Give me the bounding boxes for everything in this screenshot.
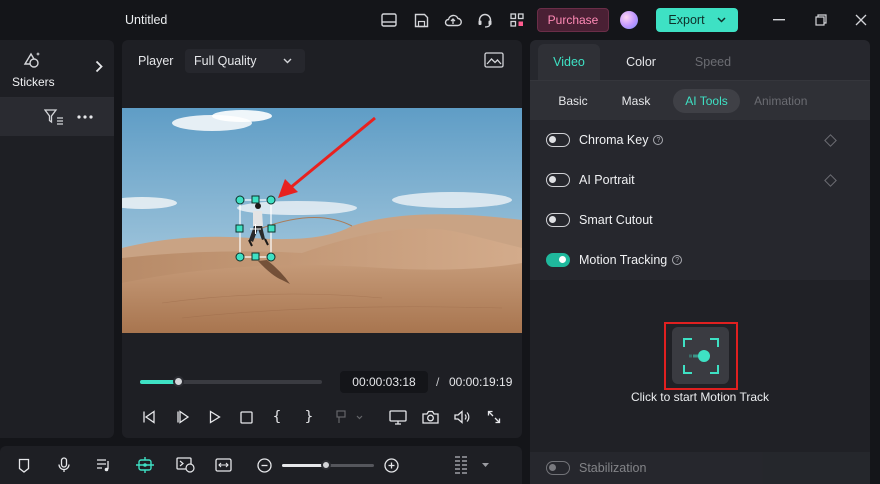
stickers-tab[interactable]: Stickers [0,40,114,98]
keyframe-diamond-icon[interactable] [824,173,837,187]
fullscreen-icon[interactable] [485,408,503,426]
zoom-slider[interactable] [282,460,374,470]
smart-cutout-label: Smart Cutout [579,213,653,227]
progress-handle[interactable] [173,376,185,387]
microphone-icon[interactable] [56,457,72,473]
restore-icon[interactable] [812,11,830,29]
play-icon[interactable] [206,408,224,426]
export-button[interactable]: Export [656,8,738,32]
zoom-out-icon[interactable] [256,457,272,473]
stop-icon[interactable] [237,408,255,426]
more-options-icon[interactable] [77,115,93,119]
smart-cutout-toggle[interactable] [546,213,570,227]
start-motion-track-button[interactable] [672,327,729,384]
left-panel: Stickers [0,40,114,438]
tab-color[interactable]: Color [610,44,672,80]
chroma-key-label: Chroma Key [579,133,649,147]
option-smart-cutout: Smart Cutout [530,200,870,240]
cloud-upload-icon[interactable] [444,11,462,29]
properties-panel: Video Color Speed Basic Mask AI Tools An… [530,40,870,484]
tab-video[interactable]: Video [538,44,600,80]
chevron-down-icon [717,17,726,23]
layout-icon[interactable] [380,11,398,29]
minimize-icon[interactable] [770,11,788,29]
next-frame-icon[interactable] [174,408,192,426]
motion-track-prompt: Click to start Motion Track [630,390,770,404]
quality-value: Full Quality [194,54,257,68]
motion-track-icon [682,337,719,374]
export-label: Export [668,13,705,27]
progress-track[interactable] [140,376,322,387]
player-panel: Player Full Quality 00:00:03:18 / 00:00:… [122,40,522,438]
help-icon[interactable]: ? [653,135,664,145]
stabilization-label: Stabilization [579,461,647,475]
current-time[interactable]: 00:00:03:18 [340,371,428,393]
option-ai-portrait: AI Portrait [530,160,870,200]
zoom-slider-handle[interactable] [321,460,331,470]
close-icon[interactable] [852,11,870,29]
apps-grid-icon[interactable] [508,11,526,29]
subtab-ai-tools[interactable]: AI Tools [673,89,740,113]
avatar[interactable] [620,11,638,29]
subtab-animation[interactable]: Animation [754,89,822,113]
title-bar: Untitled Purchase Export [0,0,880,40]
filter-icon[interactable] [44,109,64,125]
volume-icon[interactable] [453,408,471,426]
player-label: Player [138,54,174,68]
motion-tracking-toggle[interactable] [546,253,570,267]
chevron-down-icon [283,58,292,64]
insert-marker-icon[interactable] [332,408,366,426]
stickers-icon [22,50,42,70]
video-preview[interactable] [122,108,522,333]
quality-dropdown[interactable]: Full Quality [185,49,305,73]
purchase-button[interactable]: Purchase [537,8,609,32]
help-icon[interactable]: ? [672,255,683,265]
track-settings-icon[interactable] [453,454,469,478]
time-separator: / [436,375,440,389]
motion-tracking-label: Motion Tracking [579,253,668,267]
fit-timeline-icon[interactable] [214,457,232,473]
tab-speed[interactable]: Speed [682,44,744,80]
snapshot-view-icon[interactable] [484,52,504,68]
zoom-in-icon[interactable] [383,457,399,473]
left-toolbar [0,98,114,136]
ai-portrait-toggle[interactable] [546,173,570,187]
chevron-right-icon[interactable] [95,60,103,73]
camera-snapshot-icon[interactable] [421,408,439,426]
mark-in-icon[interactable]: { [270,408,284,426]
option-chroma-key: Chroma Key ? [530,120,870,160]
previous-frame-icon[interactable] [140,408,158,426]
mark-out-icon[interactable]: } [302,408,316,426]
ai-snap-icon[interactable] [135,456,155,474]
marker-icon[interactable] [16,457,32,473]
headset-icon[interactable] [476,11,494,29]
option-stabilization: Stabilization [530,452,870,484]
display-monitor-icon[interactable] [388,408,408,426]
preview-render-icon[interactable] [175,456,195,474]
chroma-key-toggle[interactable] [546,133,570,147]
stabilization-toggle[interactable] [546,461,570,475]
subtab-basic[interactable]: Basic [544,89,602,113]
project-title: Untitled [125,13,168,27]
ai-portrait-label: AI Portrait [579,173,635,187]
stickers-label: Stickers [12,75,55,89]
total-time: 00:00:19:19 [449,375,513,389]
option-motion-tracking: Motion Tracking ? [530,240,870,280]
save-icon[interactable] [412,11,430,29]
caret-down-icon[interactable] [480,461,490,469]
audio-list-icon[interactable] [95,457,113,473]
keyframe-diamond-icon[interactable] [824,133,837,147]
timeline-toolbar [0,446,522,484]
subtab-mask[interactable]: Mask [610,89,662,113]
